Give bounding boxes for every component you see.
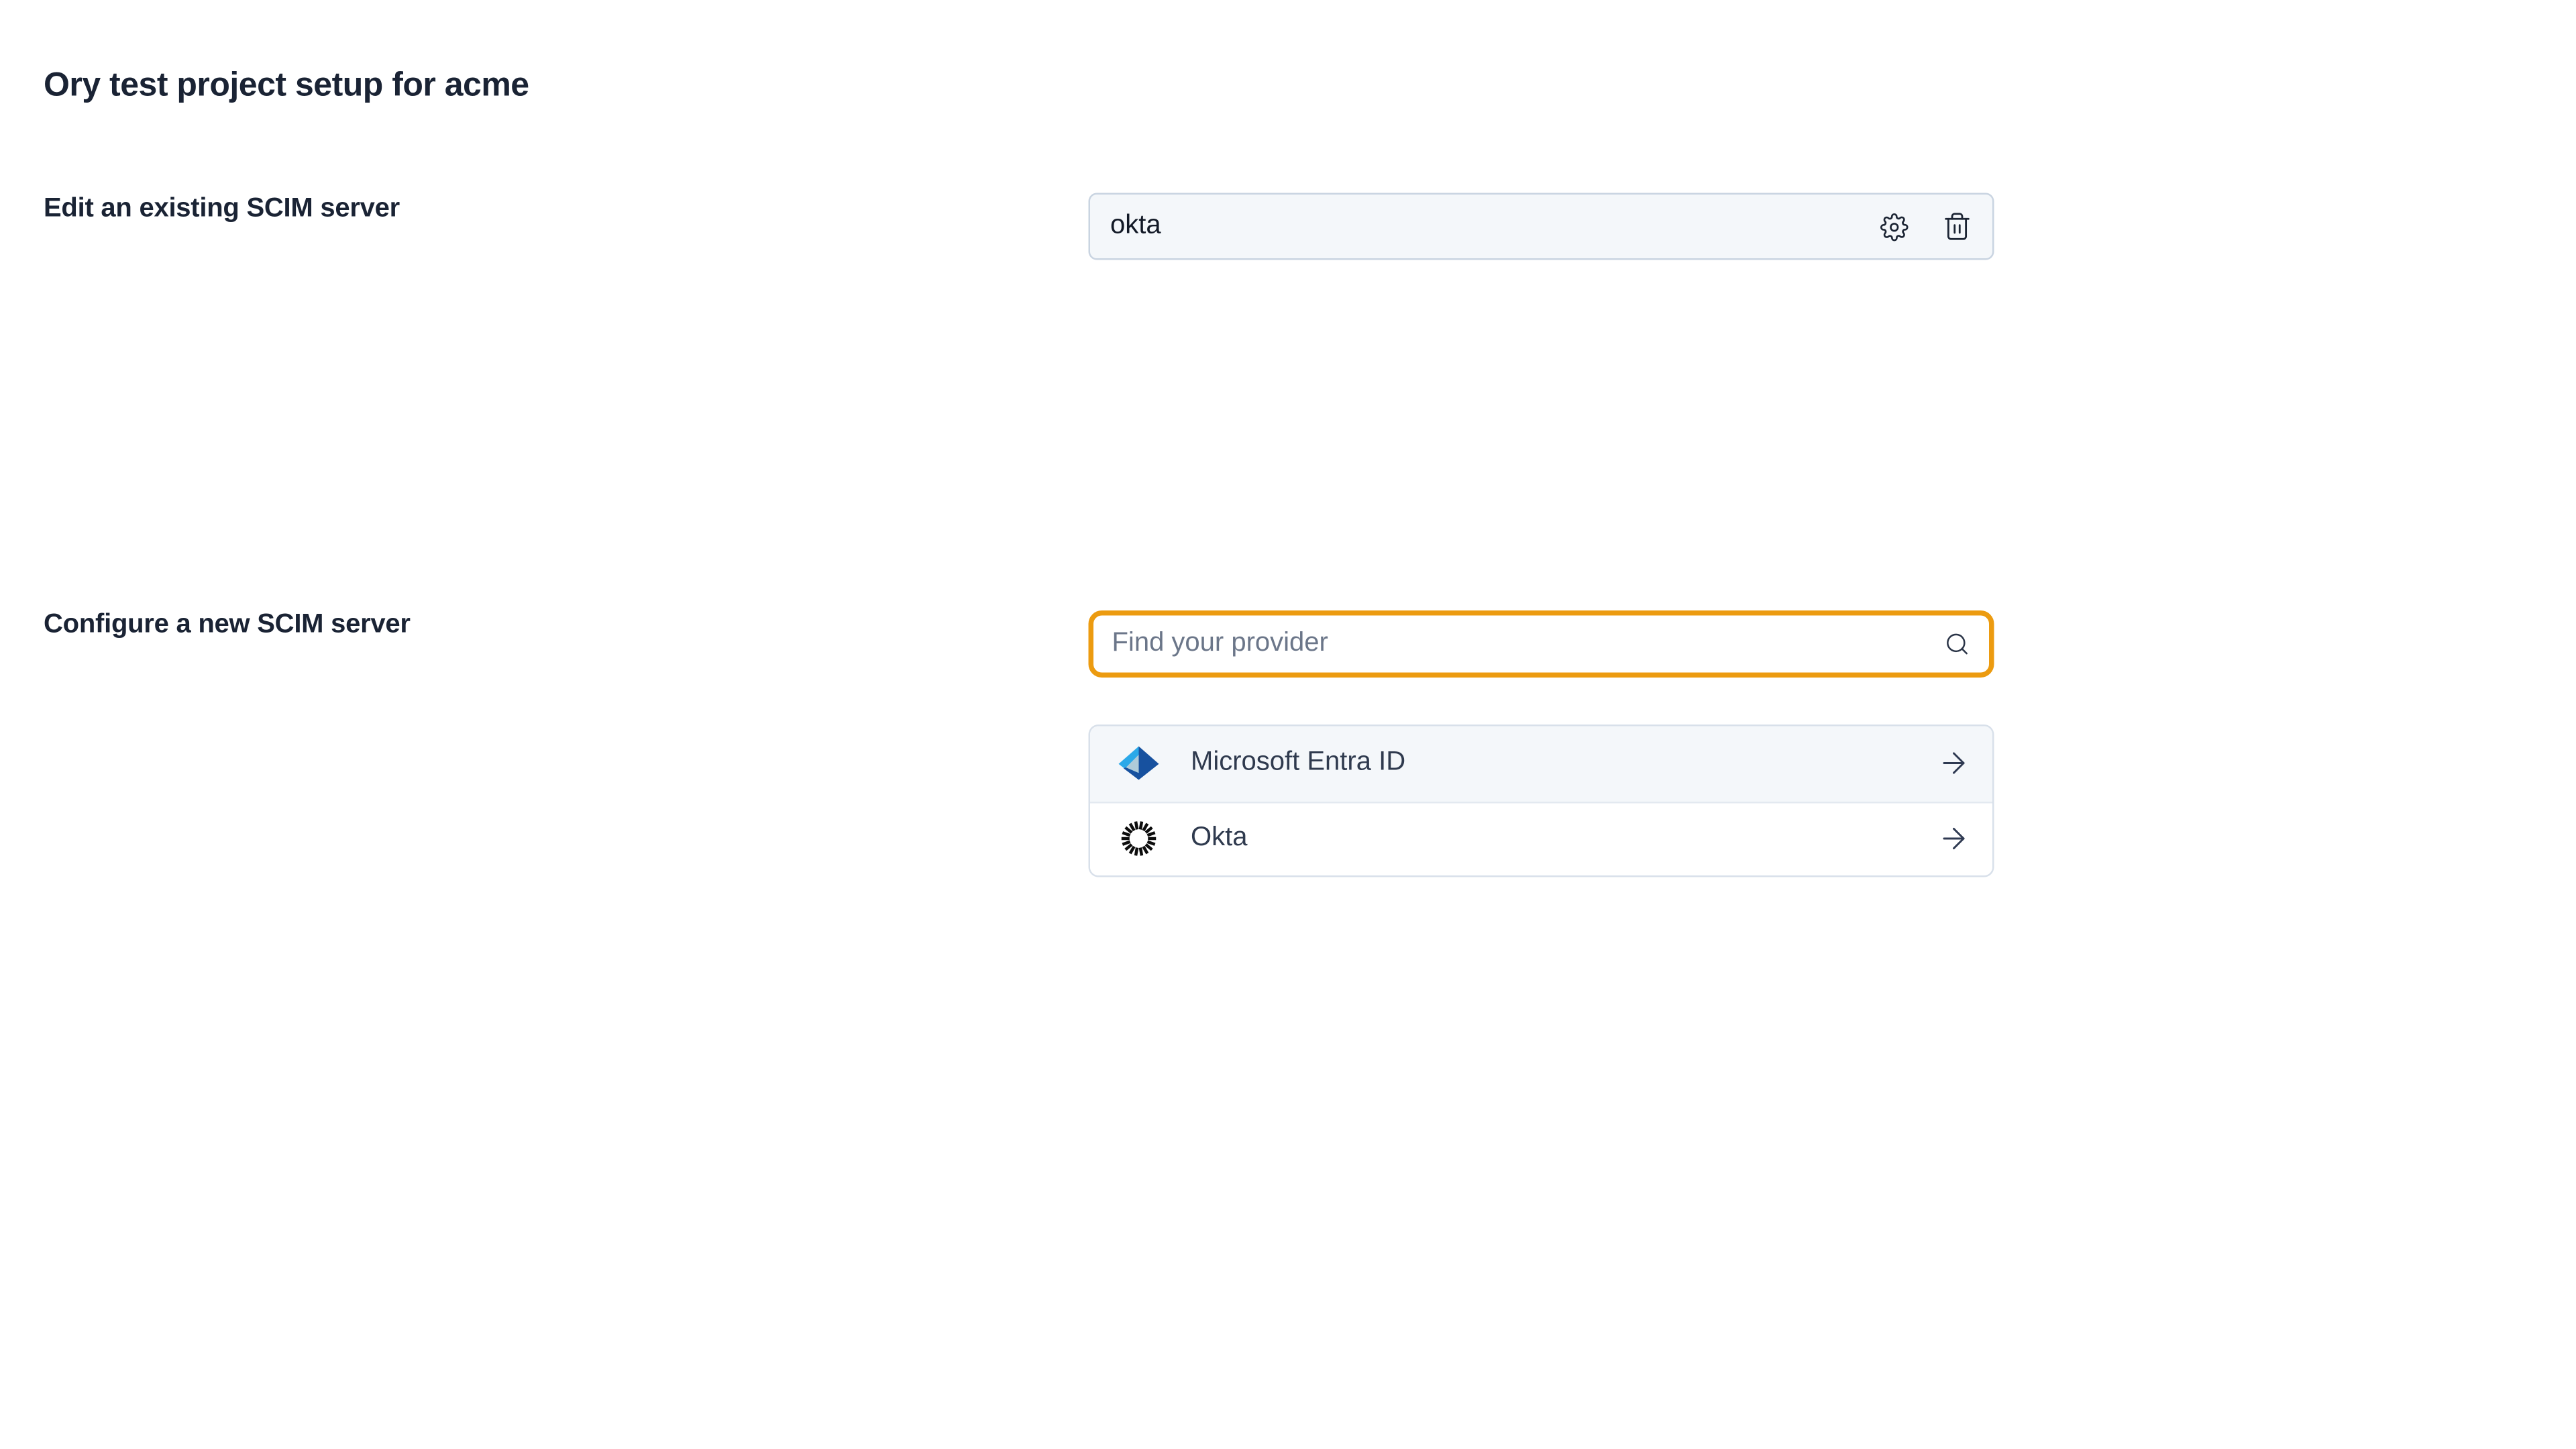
arrow-right-icon (1937, 747, 1971, 780)
page-title: Ory test project setup for acme (44, 60, 529, 111)
delete-server-button[interactable] (1941, 210, 1974, 244)
provider-name: Microsoft Entra ID (1191, 749, 1405, 779)
provider-row-okta[interactable]: Okta (1090, 801, 1992, 875)
microsoft-entra-id-logo (1117, 745, 1161, 782)
edit-scim-section-heading: Edit an existing SCIM server (44, 190, 400, 230)
configure-scim-section-heading: Configure a new SCIM server (44, 606, 411, 646)
existing-scim-server-row: okta (1089, 193, 1994, 260)
arrow-right-icon (1937, 822, 1971, 856)
gear-icon (1879, 212, 1908, 241)
okta-logo (1117, 820, 1161, 857)
provider-row-microsoft-entra-id[interactable]: Microsoft Entra ID (1090, 727, 1992, 801)
configure-server-button[interactable] (1877, 210, 1911, 244)
provider-list: Microsoft Entra ID (1089, 724, 1994, 877)
provider-search-box (1089, 610, 1994, 678)
scim-setup-page: Ory test project setup for acme Edit an … (0, 0, 2576, 1449)
provider-name: Okta (1191, 824, 1247, 854)
trash-icon (1942, 211, 1972, 241)
provider-search-input[interactable] (1093, 616, 1989, 673)
scim-server-name: okta (1110, 211, 1161, 241)
